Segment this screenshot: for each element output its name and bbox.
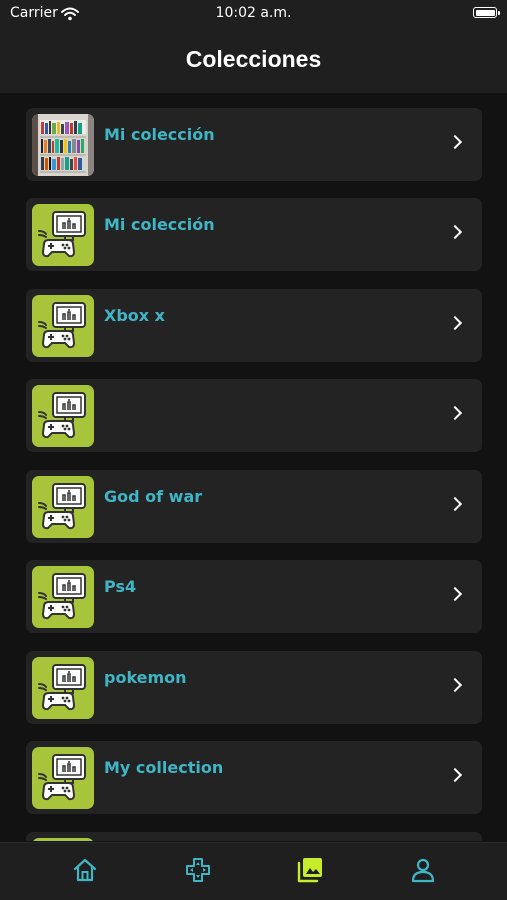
chevron-right-icon <box>447 767 463 783</box>
collection-item[interactable]: Mi colección <box>26 108 482 181</box>
collection-item[interactable]: Xbox x <box>26 289 482 362</box>
console-thumbnail-icon <box>32 657 94 719</box>
home-icon <box>73 858 97 882</box>
nav-header: Colecciones <box>0 28 507 93</box>
bookshelf-thumbnail <box>32 114 94 176</box>
profile-icon <box>411 858 435 883</box>
chevron-right-icon <box>447 134 463 150</box>
chevron-right-icon <box>447 315 463 331</box>
console-thumbnail-icon <box>32 747 94 809</box>
collection-name: My collection <box>104 758 224 777</box>
collection-item[interactable] <box>26 379 482 452</box>
clock: 10:02 a.m. <box>215 5 292 21</box>
collection-name: Ps4 <box>104 577 137 596</box>
collection-name: Mi colección <box>104 125 215 144</box>
collection-name: Mi colección <box>104 215 215 234</box>
tab-games[interactable] <box>183 855 213 885</box>
collection-item[interactable]: God of war <box>26 470 482 543</box>
collection-name: God of war <box>104 487 203 506</box>
chevron-right-icon <box>447 224 463 240</box>
collection-item[interactable]: My collection <box>26 741 482 814</box>
collection-item[interactable]: Ps4 <box>26 560 482 633</box>
tab-collections[interactable] <box>295 855 325 885</box>
console-thumbnail-icon <box>32 566 94 628</box>
chevron-right-icon <box>447 586 463 602</box>
collection-item[interactable] <box>26 832 482 841</box>
console-thumbnail-icon <box>32 295 94 357</box>
gamepad-icon <box>186 858 210 882</box>
collection-name: Xbox x <box>104 306 165 325</box>
collection-item[interactable]: pokemon <box>26 651 482 724</box>
chevron-right-icon <box>447 405 463 421</box>
tab-bar <box>0 842 507 900</box>
battery-icon <box>473 7 500 18</box>
status-bar: Carrier 10:02 a.m. <box>0 0 507 28</box>
console-thumbnail-icon <box>32 204 94 266</box>
collections-list[interactable]: Mi colección Mi colección Xbox x God of … <box>0 93 507 841</box>
tab-home[interactable] <box>70 855 100 885</box>
console-thumbnail-icon <box>32 385 94 447</box>
collection-item[interactable]: Mi colección <box>26 198 482 271</box>
console-thumbnail-icon <box>32 476 94 538</box>
page-title: Colecciones <box>185 46 322 72</box>
tab-profile[interactable] <box>408 855 438 885</box>
chevron-right-icon <box>447 677 463 693</box>
console-thumbnail-icon <box>32 838 94 841</box>
collections-icon <box>297 858 322 883</box>
chevron-right-icon <box>447 496 463 512</box>
collection-name: pokemon <box>104 668 187 687</box>
